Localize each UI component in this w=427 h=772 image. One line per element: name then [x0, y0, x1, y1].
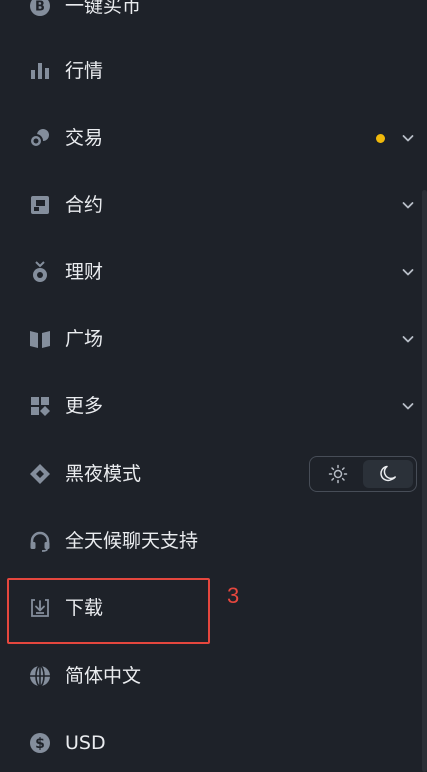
annotation-label: 3	[227, 583, 240, 608]
svg-text:B: B	[35, 0, 45, 15]
menu-item-square[interactable]: 广场	[0, 315, 427, 363]
menu-item-label: 合约	[65, 194, 104, 216]
menu-item-label: 更多	[65, 395, 104, 417]
menu-item-language[interactable]: 简体中文	[0, 652, 427, 700]
notification-dot	[376, 133, 385, 143]
svg-text:$: $	[35, 736, 45, 752]
book-icon	[28, 327, 52, 351]
dollar-icon: $	[28, 731, 52, 755]
menu-item-label: 黑夜模式	[65, 463, 142, 485]
menu-item-dark-mode: 黑夜模式	[0, 450, 427, 498]
menu-item-label: 下载	[65, 597, 104, 619]
menu-item-markets[interactable]: 行情	[0, 47, 427, 95]
diamond-icon	[28, 462, 52, 486]
menu-item-label: 一键买币	[65, 0, 142, 17]
coin-b-icon: B	[28, 0, 52, 18]
globe-icon	[28, 664, 52, 688]
menu-item-earn[interactable]: 理财	[0, 248, 427, 296]
bar-chart-icon	[28, 59, 52, 83]
theme-toggle	[309, 456, 417, 492]
grid-icon	[28, 394, 52, 418]
futures-icon	[28, 193, 52, 217]
scrollbar[interactable]	[422, 190, 427, 772]
menu-item-label: 理财	[65, 261, 104, 283]
side-menu: B 一键买币 行情 交易 合约 理财 广场 更多 黑夜模式 全天候聊天支持 下载…	[0, 0, 427, 772]
menu-item-label: 交易	[65, 127, 104, 149]
chevron-down-icon[interactable]	[401, 198, 415, 212]
menu-item-download[interactable]: 下载	[0, 584, 427, 632]
menu-item-trade[interactable]: 交易	[0, 114, 427, 162]
earn-icon	[28, 260, 52, 284]
menu-item-label: 全天候聊天支持	[65, 530, 199, 552]
chevron-down-icon[interactable]	[401, 399, 415, 413]
menu-item-label: USD	[65, 732, 106, 754]
menu-item-label: 简体中文	[65, 665, 142, 687]
menu-item-support[interactable]: 全天候聊天支持	[0, 517, 427, 565]
trade-icon	[28, 126, 52, 150]
sun-icon[interactable]	[313, 460, 363, 488]
menu-item-futures[interactable]: 合约	[0, 181, 427, 229]
chevron-down-icon[interactable]	[401, 332, 415, 346]
menu-item-more[interactable]: 更多	[0, 382, 427, 430]
chevron-down-icon[interactable]	[401, 131, 415, 145]
menu-item-buy-crypto[interactable]: B 一键买币	[0, 0, 427, 30]
headset-icon	[28, 529, 52, 553]
download-icon	[28, 596, 52, 620]
chevron-down-icon[interactable]	[401, 265, 415, 279]
moon-icon[interactable]	[363, 460, 413, 488]
menu-item-label: 行情	[65, 60, 104, 82]
menu-item-label: 广场	[65, 328, 104, 350]
menu-item-currency[interactable]: $ USD	[0, 719, 427, 767]
